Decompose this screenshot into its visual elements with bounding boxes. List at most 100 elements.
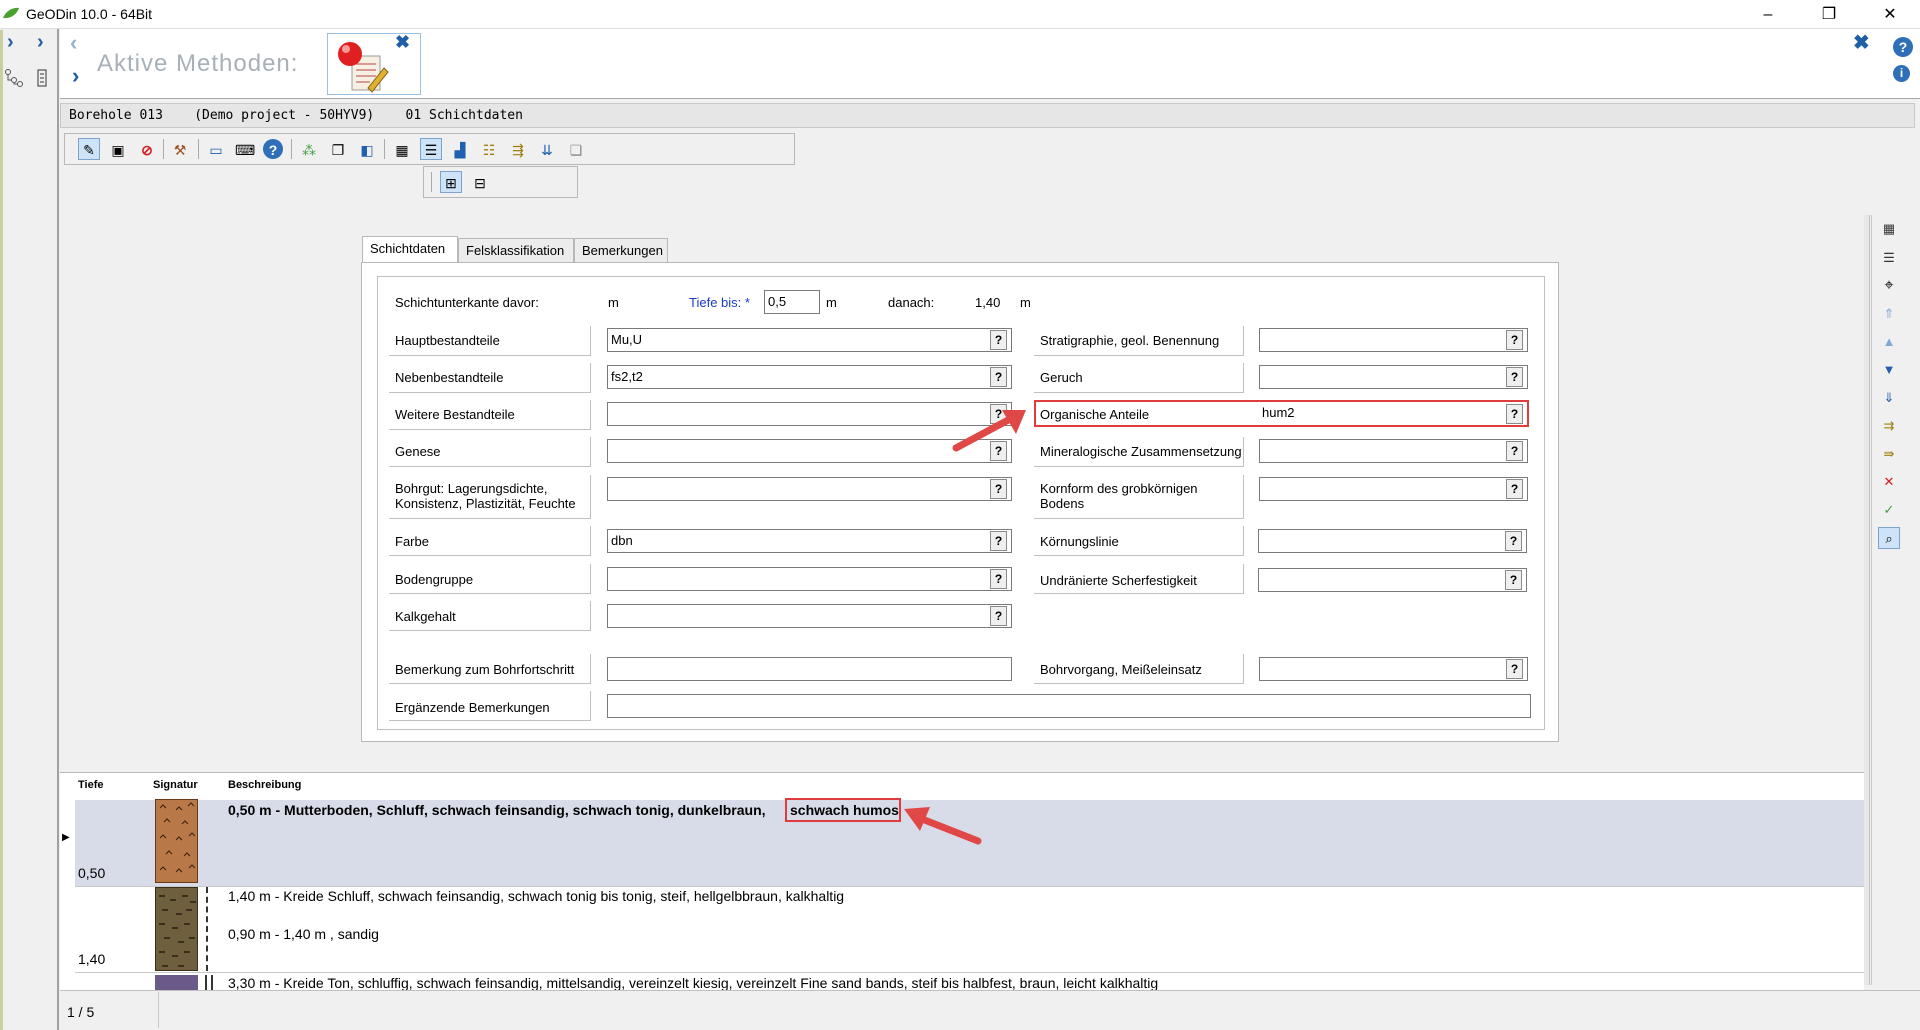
help-button-scherfestigkeit[interactable]: ? [1505,570,1522,590]
tools-icon[interactable]: ⚒ [169,138,191,160]
restore-button[interactable]: ❐ [1806,0,1852,29]
forward-arrow-icon[interactable]: › [72,65,79,87]
tree-view-icon[interactable] [4,68,24,88]
keyboard-icon[interactable]: ⌨ [234,138,256,160]
add-record-icon[interactable]: ⁂ [298,138,320,160]
left-navigation-strip [0,29,60,1030]
label-weitere-bestandteile: Weitere Bestandteile [395,407,515,422]
help-button-bohrgut[interactable]: ? [990,479,1007,499]
search-layer-icon[interactable]: ⌕ [1878,527,1900,549]
copy-icon[interactable]: ❐ [327,138,349,160]
help-button-nebenbestandteile[interactable]: ? [990,367,1007,387]
label-koernungslinie: Körnungslinie [1040,534,1119,549]
input-nebenbestandteile[interactable]: fs2,t2 [607,365,1012,389]
append-layer-icon[interactable]: ⇛ [1878,443,1900,465]
edit-icon[interactable]: ✎ [78,138,100,160]
input-koernungslinie[interactable] [1258,529,1527,553]
move-up-icon[interactable]: ▲ [1878,331,1900,353]
tab-schichtdaten[interactable]: Schichtdaten [362,236,458,262]
label-mineralogische: Mineralogische Zusammensetzung [1040,444,1242,459]
input-mineralogische[interactable] [1259,439,1528,463]
help-button-kornform[interactable]: ? [1506,479,1523,499]
until-depth-input[interactable]: 0,5 [764,290,820,314]
input-kornform[interactable] [1259,477,1528,501]
window-icon[interactable]: ❏ [565,138,587,160]
help-button-kalkgehalt[interactable]: ? [990,606,1007,626]
input-hauptbestandteile[interactable]: Mu,U [607,328,1012,352]
input-bodengruppe[interactable] [607,567,1012,591]
title-bar: GeODin 10.0 - 64Bit – ❐ ✕ [0,0,1920,29]
layer-settings-icon[interactable]: ☷ [478,138,500,160]
close-method-icon[interactable]: ✖ [395,32,410,53]
database-icon[interactable]: ◧ [356,138,378,160]
close-window-button[interactable]: ✕ [1867,0,1913,29]
move-top-icon[interactable]: ⇑ [1878,303,1900,325]
label-scherfestigkeit: Undränierte Scherfestigkeit [1040,573,1197,588]
list-view-icon[interactable]: ☰ [420,138,442,160]
help-button-mineralogische[interactable]: ? [1506,441,1523,461]
help-icon[interactable]: ? [1893,37,1913,57]
tab-bemerkungen[interactable]: Bemerkungen [574,238,668,263]
before-depth-label: Schichtunterkante davor: [395,295,539,310]
tree-collapse-icon[interactable]: ⊟ [469,171,491,193]
help-button-geruch[interactable]: ? [1506,367,1523,387]
input-farbe[interactable]: dbn [607,529,1012,553]
status-separator [158,992,159,1028]
id-list-icon[interactable] [36,68,50,88]
input-scherfestigkeit[interactable] [1258,568,1527,592]
move-bottom-icon[interactable]: ⇓ [1878,387,1900,409]
input-stratigraphie[interactable] [1259,328,1528,352]
input-bohrfortschritt[interactable] [607,657,1012,681]
after-depth-unit: m [1020,295,1031,310]
soil-pattern-icon [159,802,196,873]
grid-icon[interactable]: ▦ [391,138,413,160]
help-button-bohrvorgang[interactable]: ? [1506,659,1523,679]
info-icon[interactable]: i [1893,65,1910,82]
signature-kreide-ton [155,975,198,990]
left-divider[interactable] [57,29,59,1030]
cancel-icon[interactable]: ⊘ [136,138,158,160]
form-icon[interactable]: ☰ [1878,247,1900,269]
after-depth-value: 1,40 [975,295,1001,310]
input-ergaenzend[interactable] [607,694,1531,718]
back-arrow-icon[interactable]: ‹ [70,30,77,56]
close-panel-icon[interactable]: ✖ [1853,30,1870,55]
screen-icon[interactable]: ▭ [205,138,227,160]
label-geruch: Geruch [1040,370,1083,385]
check-layer-icon[interactable]: ✓ [1878,499,1900,521]
signature-mutterboden [155,799,198,883]
toolbar-help-icon[interactable]: ? [263,139,283,159]
expand-panel-icon[interactable]: › [37,32,44,52]
row-depth: 1,40 [78,951,106,967]
chart-icon[interactable]: ▟ [449,138,471,160]
expand-left-icon[interactable]: › [7,32,14,52]
geodin-logo-icon [3,7,19,19]
input-bohrgut[interactable] [607,477,1012,501]
move-down-icon[interactable]: ▼ [1878,359,1900,381]
input-bohrvorgang[interactable] [1259,657,1528,681]
save-icon[interactable]: ▣ [107,138,129,160]
clay-marker [205,975,213,990]
help-button-hauptbestandteile[interactable]: ? [990,330,1007,350]
right-scroll-edge[interactable] [1864,215,1870,985]
tree-expand-icon[interactable]: ⊞ [440,171,462,193]
layer-data-form-icon [338,42,389,93]
row-description: 0,50 m - Mutterboden, Schluff, schwach f… [228,802,766,818]
header-tiefe: Tiefe [78,779,104,791]
help-button-koernungslinie[interactable]: ? [1505,531,1522,551]
help-button-bodengruppe[interactable]: ? [990,569,1007,589]
crosshair-icon[interactable]: ⌖ [1878,275,1900,297]
input-geruch[interactable] [1259,365,1528,389]
table-row[interactable]: 3,30 m - Kreide Ton, schluffig, schwach … [75,972,1864,990]
help-button-stratigraphie[interactable]: ? [1506,330,1523,350]
help-button-farbe[interactable]: ? [990,531,1007,551]
sort-icon[interactable]: ⇊ [536,138,558,160]
tab-felsklassifikation[interactable]: Felsklassifikation [458,238,574,263]
delete-layer-icon[interactable]: ✕ [1878,471,1900,493]
row-description: 1,40 m - Kreide Schluff, schwach feinsan… [228,888,845,904]
table-icon[interactable]: ▦ [1878,218,1900,240]
layer-forward-icon[interactable]: ⇶ [507,138,529,160]
input-kalkgehalt[interactable] [607,604,1012,628]
insert-layer-icon[interactable]: ⇉ [1878,415,1900,437]
minimize-button[interactable]: – [1745,0,1791,29]
